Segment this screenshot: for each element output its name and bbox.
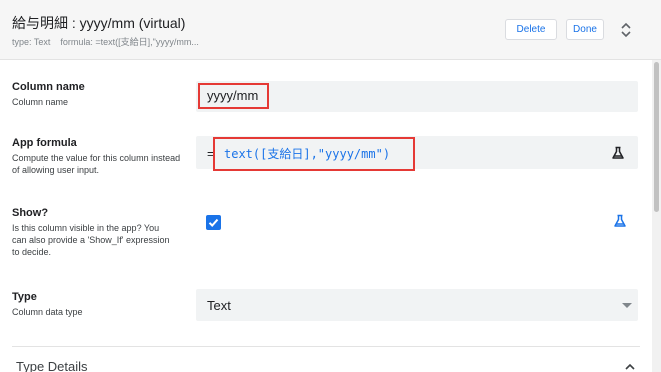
dropdown-arrow-icon[interactable] bbox=[622, 303, 632, 308]
delete-button[interactable]: Delete bbox=[505, 19, 557, 40]
app-formula-input[interactable]: text([支給日],"yyyy/mm") bbox=[213, 137, 415, 171]
type-details-header[interactable]: Type Details bbox=[16, 359, 88, 372]
expand-collapse-icon[interactable] bbox=[619, 22, 633, 38]
column-summary: type: Text formula: =text([支給日],"yyyy/mm.… bbox=[12, 35, 199, 48]
column-type-summary: type: Text bbox=[12, 37, 51, 47]
done-button[interactable]: Done bbox=[566, 19, 604, 40]
type-selected-value: Text bbox=[207, 298, 231, 313]
type-select[interactable] bbox=[196, 289, 638, 321]
type-desc: Column data type bbox=[12, 307, 83, 317]
column-title: 給与明細 : yyyy/mm (virtual) bbox=[12, 15, 186, 31]
formula-editor-flask-icon[interactable] bbox=[611, 146, 625, 160]
show-if-flask-icon[interactable] bbox=[613, 214, 627, 228]
type-label: Type bbox=[12, 291, 37, 303]
app-formula-desc: Compute the value for this column instea… bbox=[12, 153, 181, 175]
section-divider bbox=[12, 346, 640, 347]
column-name-label: Column name bbox=[12, 81, 85, 93]
column-editor-header: 給与明細 : yyyy/mm (virtual) type: Text formu… bbox=[0, 0, 661, 60]
column-formula-summary: formula: =text([支給日],"yyyy/mm... bbox=[60, 37, 199, 47]
scrollbar-thumb[interactable] bbox=[654, 62, 659, 212]
column-name-input[interactable]: yyyy/mm bbox=[198, 83, 269, 109]
column-name-desc: Column name bbox=[12, 97, 69, 107]
app-formula-label: App formula bbox=[12, 137, 77, 149]
checkmark-icon bbox=[208, 218, 219, 227]
show-checkbox[interactable] bbox=[206, 215, 221, 230]
show-desc: Is this column visible in the app? You c… bbox=[12, 223, 170, 257]
chevron-up-icon[interactable] bbox=[624, 362, 636, 372]
show-label: Show? bbox=[12, 207, 49, 219]
